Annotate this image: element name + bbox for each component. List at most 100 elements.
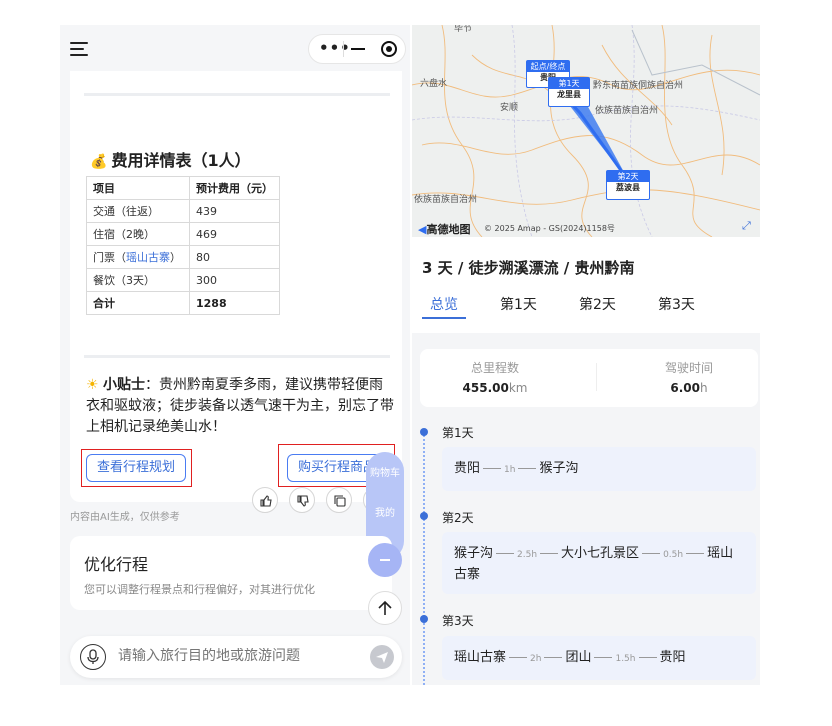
pin-day2-tag: 第2天 [607,171,649,182]
amap-logo-text: 高德地图 [426,223,471,236]
distance-unit: km [508,381,528,395]
pin-day1-place: 龙里县 [557,90,581,99]
tab-day3[interactable]: 第3天 [658,294,695,314]
collapse-button[interactable] [368,543,402,577]
pin-day1-tag: 第1天 [549,78,589,89]
table-cell: 439 [189,199,280,223]
timeline-dot [420,512,428,520]
route-title: 3 天 / 徒步溯溪漂流 / 贵州黔南 [422,259,635,277]
microphone-icon[interactable] [80,644,106,670]
day2-route: 猴子沟 2.5h 大小七孔景区 0.5h 瑶山古寨 [454,544,746,585]
cart-tab[interactable]: 购物车 [366,464,404,479]
map-label-liupanshui: 六盘水 [420,79,448,89]
day2-route-card[interactable]: 猴子沟 2.5h 大小七孔景区 0.5h 瑶山古寨 [442,532,756,594]
arrow-icon [686,548,705,554]
stop: 猴子沟 [539,461,579,476]
table-header-cell: 预计费用（元） [189,176,280,200]
distance-label: 总里程数 [470,361,519,375]
duration: 2.5h [517,550,538,560]
stop: 猴子沟 [454,546,494,561]
thumbs-down-icon[interactable] [289,487,315,513]
fee-table-title: 💰 费用详情表（1人） [90,147,251,171]
tab-day2[interactable]: 第2天 [579,294,616,314]
route-map[interactable]: 毕节 六盘水 安顺 黔东南苗族侗族自治州 依族苗族自治州 依族苗族自治州 起点/… [412,25,760,237]
day3-route: 瑶山古寨 2h 团山 1.5h 贵阳 [454,648,746,669]
table-cell: 交通（往返） [86,199,190,223]
arrow-icon [642,548,661,554]
close-target-icon[interactable] [381,41,397,57]
day2-label: 第2天 [442,511,474,525]
stop: 大小七孔景区 [561,546,640,561]
duration: 1h [504,465,516,475]
chat-panel: ••• ^^^^^ ^^ ^^^^^^^^^^ 💰费用详情表（1人） 项目 预计… [60,25,410,685]
duration: 2h [530,654,542,664]
scroll-top-button[interactable] [368,591,402,625]
trip-summary-card: 总里程数 455.00km 驾驶时间 6.00h [420,349,758,407]
optimize-title: 优化行程 [84,555,149,574]
ai-disclaimer: 内容由AI生成，仅供参考 [70,512,180,523]
copy-icon[interactable] [326,487,352,513]
table-cell: 住宿（2晚） [86,222,190,246]
tab-day1[interactable]: 第1天 [500,294,537,314]
tab-overview[interactable]: 总览 [430,294,458,314]
chat-input[interactable] [118,648,358,664]
map-label-anshun: 安顺 [500,103,519,113]
stop: 团山 [565,650,592,665]
day1-route-card[interactable]: 贵阳 1h 猴子沟 [442,447,756,491]
expand-map-icon[interactable]: ⤢ [742,219,751,233]
drive-time-value: 6.00h [634,381,744,395]
map-label-qianxinan: 依族苗族自治州 [414,195,478,205]
send-icon[interactable] [370,645,394,669]
map-pin-day2[interactable]: 第2天 荔波县 [606,170,650,200]
table-row: 住宿（2晚） 469 [86,222,280,246]
day3-label: 第3天 [442,614,474,628]
arrow-icon [544,652,563,658]
day1-route: 贵阳 1h 猴子沟 [454,459,746,480]
table-total-row: 合计 1288 [86,291,280,315]
sun-icon: ☀ [86,377,99,393]
fee-title-text: 费用详情表（1人） [111,151,251,170]
minimize-icon[interactable] [351,48,365,50]
ticket-prefix: 门票（ [93,251,126,264]
yaoshan-link[interactable]: 瑶山古寨 [126,251,170,264]
section-divider [84,93,390,96]
distance-number: 455.00 [462,381,509,395]
table-cell: 门票（瑶山古寨） [86,245,190,269]
stop: 瑶山古寨 [454,650,507,665]
table-cell: 餐饮（3天） [86,268,190,292]
drive-time-label: 驾驶时间 [664,361,713,375]
table-row: 门票（瑶山古寨） 80 [86,245,280,269]
more-icon[interactable]: ••• [319,39,351,57]
table-header-cell: 项目 [86,176,190,200]
arrow-icon [483,463,502,469]
pin-start-tag: 起点/终点 [527,61,569,72]
thumbs-up-icon[interactable] [252,487,278,513]
duration: 0.5h [663,550,684,560]
route-panel: 毕节 六盘水 安顺 黔东南苗族侗族自治州 依族苗族自治州 依族苗族自治州 起点/… [412,25,760,685]
table-header-row: 项目 预计费用（元） [86,176,280,200]
arrow-icon [594,652,613,658]
arrow-icon [518,463,537,469]
map-copyright: © 2025 Amap - GS(2024)1158号 [484,224,615,233]
optimize-card[interactable]: 优化行程 您可以调整行程景点和行程偏好，对其进行优化 [70,536,392,610]
amap-logo: ◀高德地图 [418,221,470,237]
capsule-divider [343,41,344,57]
map-label-top: 毕节 [454,25,473,34]
table-cell: 469 [189,222,280,246]
map-label-qiannan: 依族苗族自治州 [595,106,659,116]
mini-program-capsule: ••• [308,34,406,64]
highlight-box [81,449,192,487]
arrow-icon [496,548,515,554]
map-label-qiandongnan: 黔东南苗族侗族自治州 [593,81,684,91]
day1-label: 第1天 [442,426,474,440]
timeline-line [423,435,425,685]
ticket-suffix: ） [170,251,181,264]
drive-time-number: 6.00 [670,381,700,395]
map-pin-day1[interactable]: 第1天 龙里县 [548,77,590,107]
menu-icon[interactable] [70,42,88,56]
active-tab-indicator [422,317,466,319]
mine-tab[interactable]: 我的 [366,504,404,519]
day3-route-card[interactable]: 瑶山古寨 2h 团山 1.5h 贵阳 [442,636,756,680]
pin-day2-place: 荔波县 [616,183,640,192]
itinerary-card: ^^^^^ ^^ ^^^^^^^^^^ 💰费用详情表（1人） 项目 预计费用（元… [70,55,402,513]
